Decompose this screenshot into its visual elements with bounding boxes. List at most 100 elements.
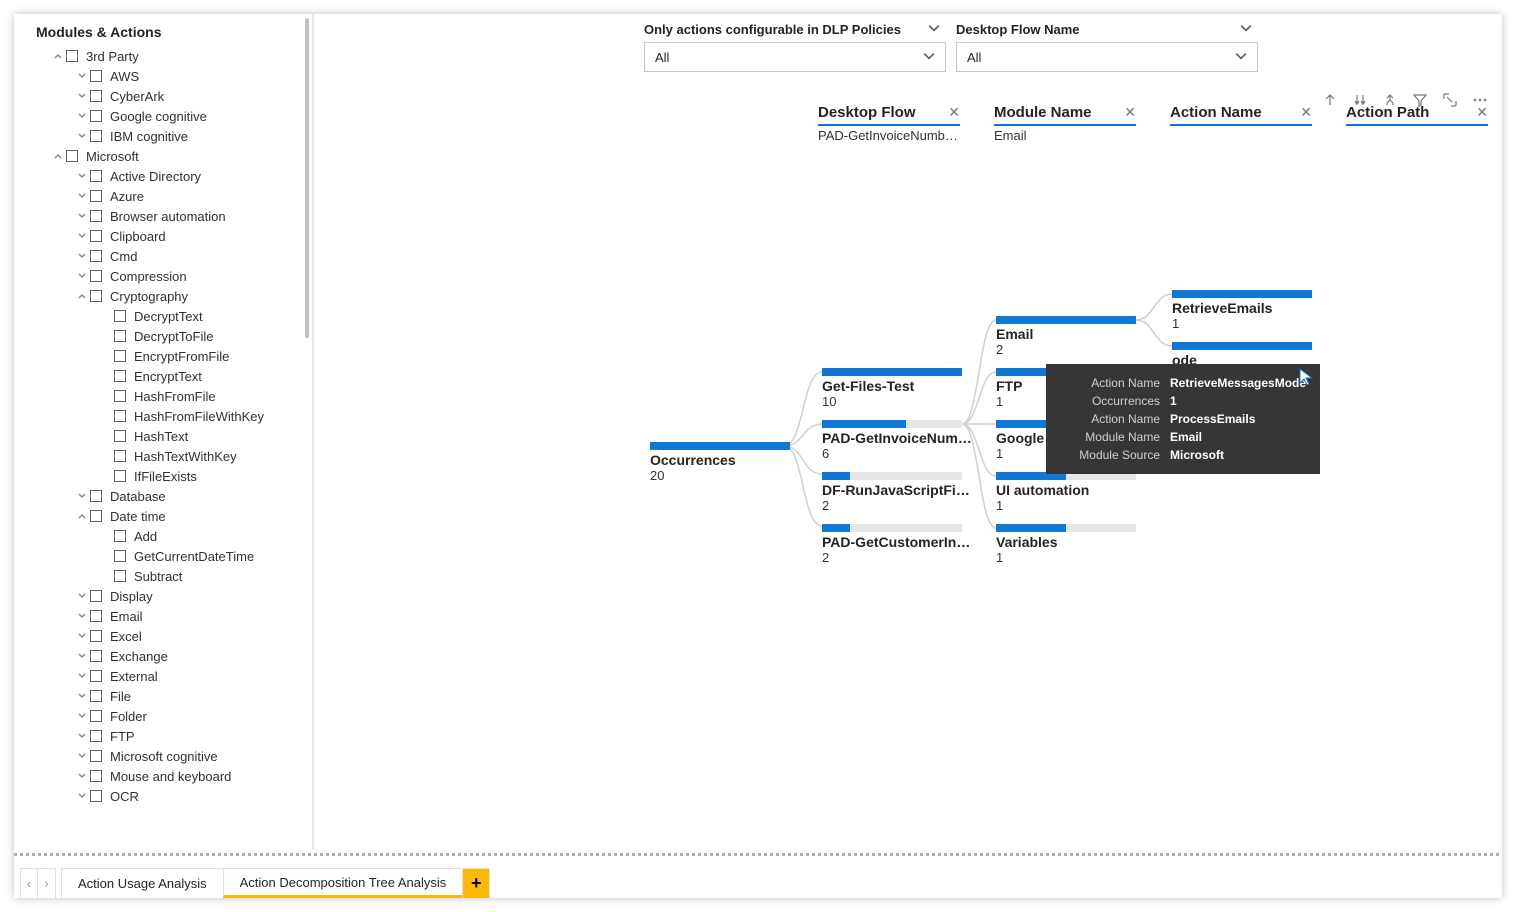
tree-item[interactable]: Display [26, 586, 312, 606]
caret-down-icon[interactable] [74, 708, 90, 724]
checkbox[interactable] [90, 70, 102, 82]
checkbox[interactable] [90, 590, 102, 602]
tree-item[interactable]: EncryptText [26, 366, 312, 386]
checkbox[interactable] [114, 470, 126, 482]
caret-down-icon[interactable] [74, 68, 90, 84]
checkbox[interactable] [90, 790, 102, 802]
checkbox[interactable] [90, 630, 102, 642]
tree-item[interactable]: Microsoft cognitive [26, 746, 312, 766]
checkbox[interactable] [114, 350, 126, 362]
tree-item[interactable]: HashFromFile [26, 386, 312, 406]
decomp-node[interactable]: Variables1 [996, 524, 1136, 565]
tabs-next-icon[interactable]: › [38, 868, 56, 898]
tree-item[interactable]: AWS [26, 66, 312, 86]
checkbox[interactable] [114, 370, 126, 382]
tree-item[interactable]: Cryptography [26, 286, 312, 306]
tree-item[interactable]: EncryptFromFile [26, 346, 312, 366]
checkbox[interactable] [114, 430, 126, 442]
decomp-node[interactable]: PAD-GetInvoiceNum…6 [822, 420, 972, 461]
checkbox[interactable] [90, 170, 102, 182]
checkbox[interactable] [66, 150, 78, 162]
tree-item[interactable]: OCR [26, 786, 312, 806]
checkbox[interactable] [90, 210, 102, 222]
checkbox[interactable] [90, 750, 102, 762]
checkbox[interactable] [90, 490, 102, 502]
checkbox[interactable] [90, 770, 102, 782]
checkbox[interactable] [114, 450, 126, 462]
caret-down-icon[interactable] [74, 608, 90, 624]
caret-down-icon[interactable] [74, 728, 90, 744]
checkbox[interactable] [114, 570, 126, 582]
checkbox[interactable] [114, 310, 126, 322]
decomp-node[interactable]: Get-Files-Test10 [822, 368, 962, 409]
caret-down-icon[interactable] [74, 748, 90, 764]
checkbox[interactable] [114, 530, 126, 542]
caret-down-icon[interactable] [74, 768, 90, 784]
tree-item[interactable]: File [26, 686, 312, 706]
caret-down-icon[interactable] [74, 108, 90, 124]
tree-item[interactable]: Email [26, 606, 312, 626]
decomp-node[interactable]: UI automation1 [996, 472, 1136, 513]
checkbox[interactable] [114, 390, 126, 402]
tab-usage[interactable]: Action Usage Analysis [61, 868, 224, 898]
caret-down-icon[interactable] [74, 668, 90, 684]
caret-down-icon[interactable] [74, 648, 90, 664]
caret-up-icon[interactable] [74, 508, 90, 524]
tree-item[interactable]: Exchange [26, 646, 312, 666]
caret-down-icon[interactable] [74, 88, 90, 104]
caret-down-icon[interactable] [74, 228, 90, 244]
caret-down-icon[interactable] [74, 168, 90, 184]
caret-down-icon[interactable] [74, 628, 90, 644]
caret-up-icon[interactable] [50, 148, 66, 164]
tree-item[interactable]: Azure [26, 186, 312, 206]
tree-item[interactable]: DecryptToFile [26, 326, 312, 346]
checkbox[interactable] [90, 650, 102, 662]
tree-item[interactable]: HashText [26, 426, 312, 446]
tree-item[interactable]: FTP [26, 726, 312, 746]
tree-item[interactable]: Compression [26, 266, 312, 286]
checkbox[interactable] [114, 550, 126, 562]
tree-item[interactable]: IBM cognitive [26, 126, 312, 146]
tree-item[interactable]: HashFromFileWithKey [26, 406, 312, 426]
checkbox[interactable] [90, 250, 102, 262]
checkbox[interactable] [90, 710, 102, 722]
caret-down-icon[interactable] [74, 248, 90, 264]
checkbox[interactable] [90, 130, 102, 142]
tree-item[interactable]: 3rd Party [26, 46, 312, 66]
tree-item[interactable]: Date time [26, 506, 312, 526]
checkbox[interactable] [114, 410, 126, 422]
caret-down-icon[interactable] [74, 688, 90, 704]
tree-item[interactable]: GetCurrentDateTime [26, 546, 312, 566]
checkbox[interactable] [66, 50, 78, 62]
tree-item[interactable]: Database [26, 486, 312, 506]
tree-item[interactable]: Cmd [26, 246, 312, 266]
checkbox[interactable] [90, 690, 102, 702]
caret-down-icon[interactable] [74, 188, 90, 204]
caret-up-icon[interactable] [50, 48, 66, 64]
decomp-node[interactable]: Email2 [996, 316, 1136, 357]
decomp-node[interactable]: DF-RunJavaScriptFiles2 [822, 472, 972, 513]
tree-item[interactable]: Add [26, 526, 312, 546]
tree-item[interactable]: DecryptText [26, 306, 312, 326]
tree-item[interactable]: Active Directory [26, 166, 312, 186]
tree-item[interactable]: CyberArk [26, 86, 312, 106]
caret-down-icon[interactable] [74, 208, 90, 224]
caret-down-icon[interactable] [74, 788, 90, 804]
tabs-prev-icon[interactable]: ‹ [20, 868, 38, 898]
tree-item[interactable]: Clipboard [26, 226, 312, 246]
caret-down-icon[interactable] [74, 488, 90, 504]
checkbox[interactable] [90, 270, 102, 282]
tab-decomposition[interactable]: Action Decomposition Tree Analysis [223, 868, 464, 898]
tab-add[interactable]: + [462, 868, 490, 898]
tree-item[interactable]: Excel [26, 626, 312, 646]
tree-item[interactable]: HashTextWithKey [26, 446, 312, 466]
checkbox[interactable] [90, 90, 102, 102]
checkbox[interactable] [90, 230, 102, 242]
tree-item[interactable]: Subtract [26, 566, 312, 586]
checkbox[interactable] [90, 510, 102, 522]
caret-down-icon[interactable] [74, 268, 90, 284]
caret-up-icon[interactable] [74, 288, 90, 304]
tree-item[interactable]: Browser automation [26, 206, 312, 226]
decomp-node[interactable]: PAD-GetCustomerInfo…2 [822, 524, 972, 565]
decomp-node-root[interactable]: Occurrences 20 [650, 442, 790, 483]
